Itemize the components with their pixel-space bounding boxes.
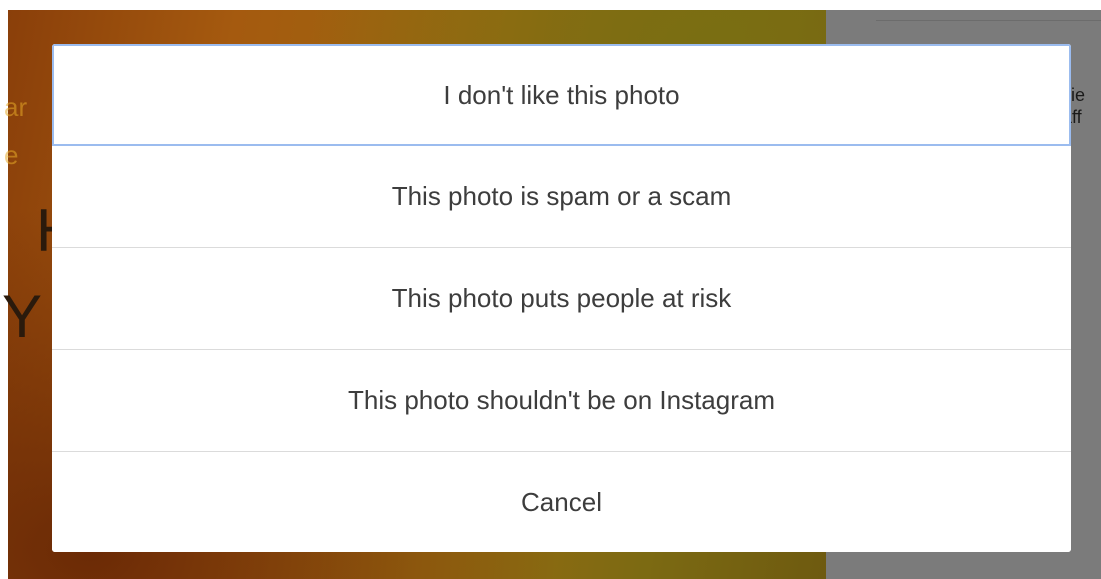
cancel-button[interactable]: Cancel — [52, 452, 1071, 552]
option-dont-like-photo-button[interactable]: I don't like this photo — [52, 44, 1071, 146]
screen: ar e H Y kie aff I don't like this photo… — [0, 0, 1101, 579]
option-shouldnt-be-on-instagram-button[interactable]: This photo shouldn't be on Instagram — [52, 350, 1071, 452]
report-options-dialog: I don't like this photo This photo is sp… — [52, 44, 1071, 552]
background-faint-text: e — [4, 140, 19, 170]
option-puts-people-at-risk-button[interactable]: This photo puts people at risk — [52, 248, 1071, 350]
background-photo-glyph: Y — [2, 283, 43, 350]
background-side-divider — [876, 20, 1101, 21]
background-faint-text: ar — [4, 92, 28, 122]
option-spam-or-scam-button[interactable]: This photo is spam or a scam — [52, 146, 1071, 248]
